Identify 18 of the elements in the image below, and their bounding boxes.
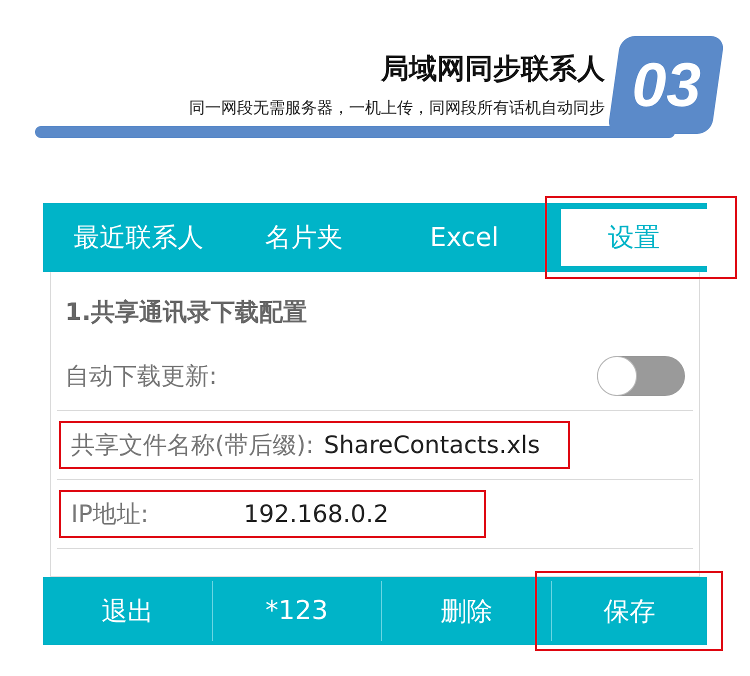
action-button[interactable]: 删除 [381,581,550,641]
toggle-switch[interactable] [597,356,685,396]
setting-label: 自动下载更新: [65,361,218,392]
action-button[interactable]: *123 [212,581,381,641]
tab[interactable]: 最近联系人 [43,203,224,272]
setting-label: 共享文件名称(带后缀): [71,430,314,461]
tab[interactable]: 设置 [560,209,707,266]
settings-heading: 1.共享通讯录下载配置 [64,297,308,328]
action-button[interactable]: 退出 [43,581,212,641]
action-button[interactable]: 保存 [550,581,707,641]
tab[interactable]: Excel [384,203,544,272]
section-title: 局域网同步联系人 [381,51,605,87]
number-badge: 03 [607,36,725,134]
tab[interactable]: 名片夹 [224,203,384,272]
subtitle: 同一网段无需服务器，一机上传，同网段所有话机自动同步 [189,98,605,119]
input-field[interactable]: 192.168.0.2 [244,500,389,528]
input-field[interactable]: ShareContacts.xls [324,431,540,459]
setting-label: IP地址: [71,499,149,530]
